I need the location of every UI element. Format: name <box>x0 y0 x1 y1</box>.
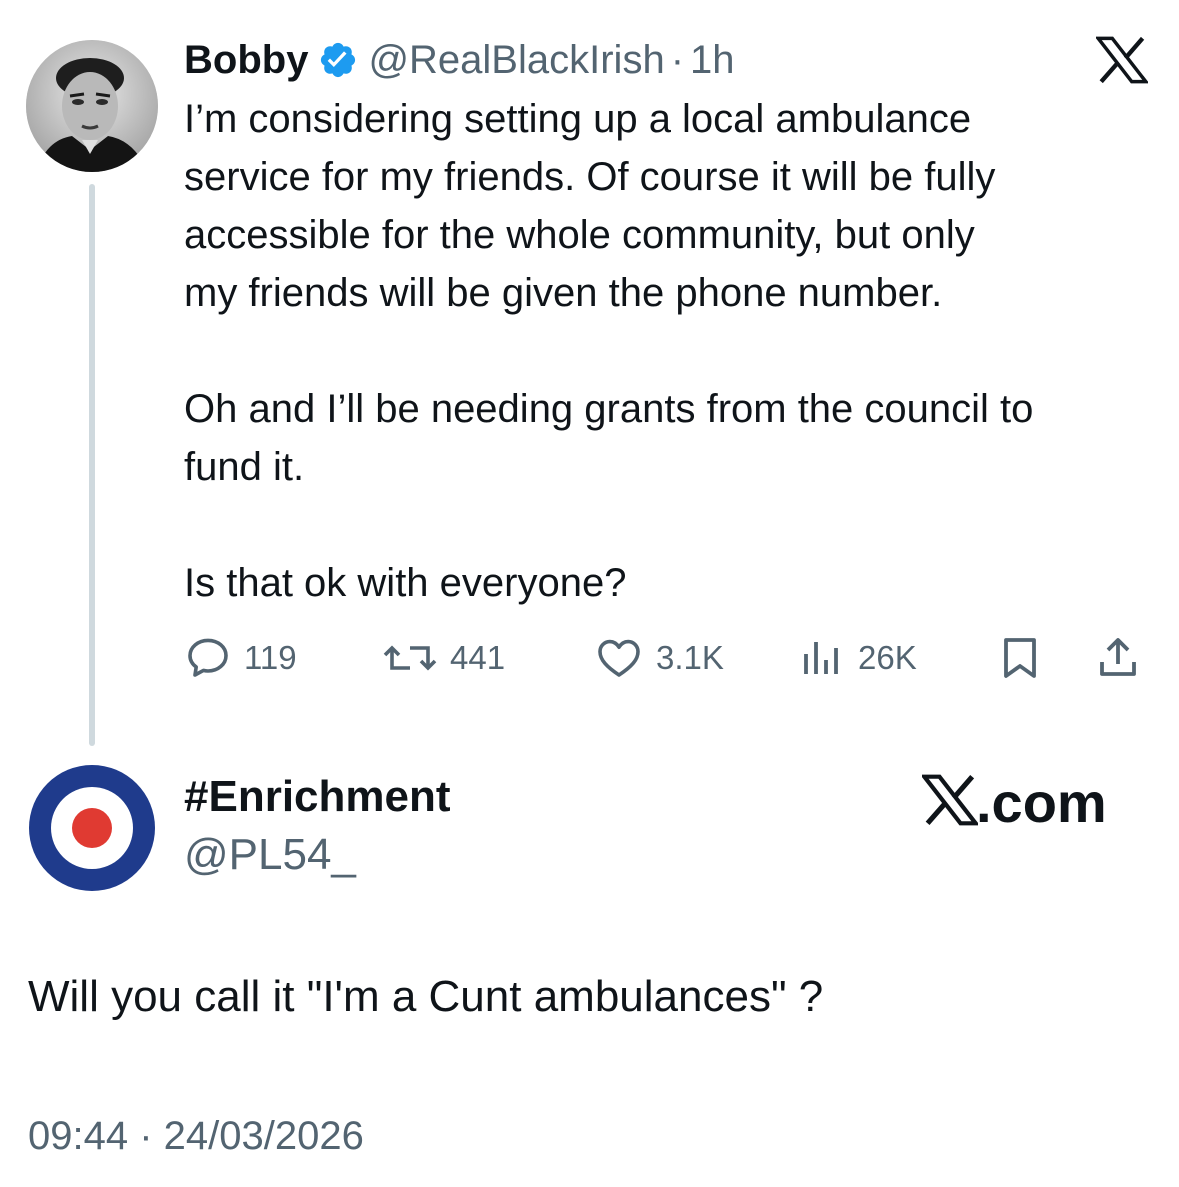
thread-connector-line <box>89 184 95 746</box>
avatar[interactable] <box>26 40 158 172</box>
reply-avatar-roundel[interactable] <box>28 764 156 892</box>
verified-badge-icon <box>318 40 358 80</box>
heart-icon <box>594 634 644 682</box>
reply-author-name[interactable]: #Enrichment <box>184 772 451 822</box>
time-ago[interactable]: 1h <box>690 38 735 83</box>
author-handle[interactable]: @RealBlackIrish <box>368 38 664 83</box>
reply-button[interactable]: 119 <box>184 632 297 684</box>
views-icon <box>798 634 846 682</box>
share-icon <box>1094 634 1142 682</box>
tweet-text: I’m considering setting up a local ambul… <box>184 97 1034 605</box>
x-com-brand: .com <box>920 770 1107 834</box>
repost-count: 441 <box>450 639 506 676</box>
x-logo-icon <box>1094 36 1150 84</box>
repost-button[interactable]: 441 <box>382 632 505 684</box>
reply-count: 119 <box>244 639 297 676</box>
share-button[interactable] <box>1094 632 1142 684</box>
views-button[interactable]: 26K <box>798 632 917 684</box>
author-name[interactable]: Bobby <box>184 38 308 83</box>
reply-text: Will you call it "I'm a Cunt ambulances"… <box>28 972 824 1021</box>
separator-dot: · <box>670 37 685 82</box>
like-count: 3.1K <box>656 639 724 676</box>
bookmark-icon <box>996 634 1044 682</box>
repost-icon <box>382 634 438 682</box>
tweet-actions: 119 441 3.1K 26K <box>184 632 1154 684</box>
reply-icon <box>184 634 232 682</box>
reply-timestamp: 09:44 · 24/03/2026 <box>28 1114 364 1158</box>
like-button[interactable]: 3.1K <box>594 632 724 684</box>
reply-author-handle[interactable]: @PL54_ <box>184 830 356 880</box>
views-count: 26K <box>858 639 917 676</box>
x-com-suffix: .com <box>976 770 1107 834</box>
bookmark-button[interactable] <box>996 632 1044 684</box>
x-logo-icon <box>920 774 980 831</box>
tweet-header: Bobby @RealBlackIrish · 1h <box>184 32 735 88</box>
